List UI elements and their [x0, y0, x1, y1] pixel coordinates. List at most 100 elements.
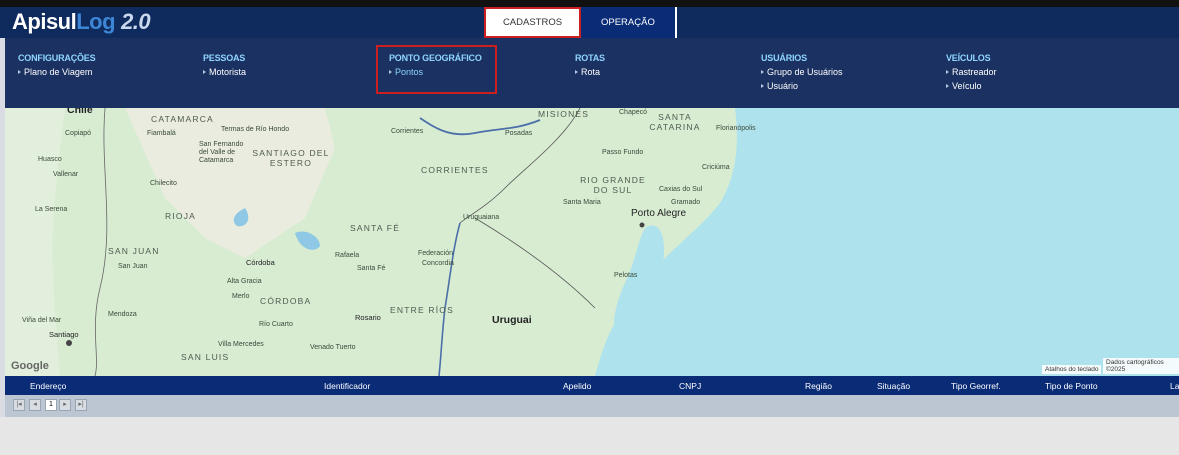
highlight-box — [376, 45, 497, 94]
map-canvas — [5, 108, 737, 376]
map-label-san-luis: SAN LUIS — [181, 352, 230, 362]
map-label-la-serena: La Serena — [35, 206, 68, 213]
map-view[interactable]: Chile Copiapó Huasco Vallenar La Serena … — [5, 108, 1179, 376]
map-label-sfv-catamarca: San Fernando del Valle de Catamarca — [199, 141, 244, 164]
map-label-san-juan: San Juan — [118, 263, 148, 270]
map-label-santa-fe-prov: SANTA FÉ — [350, 223, 401, 233]
map-label-pelotas: Pelotas — [614, 272, 638, 279]
map-label-huasco: Huasco — [38, 156, 62, 163]
page-footer-area — [0, 417, 1179, 455]
menu-item-grupo-de-usuarios[interactable]: Grupo de Usuários — [761, 67, 843, 77]
menu-item-rastreador[interactable]: Rastreador — [946, 67, 997, 77]
map-label-villa-mercedes: Villa Mercedes — [218, 341, 264, 348]
menu-group-rotas: ROTAS Rota — [575, 53, 605, 77]
menu-heading: VEÍCULOS — [946, 53, 991, 63]
google-logo: Google — [11, 360, 49, 372]
map-label-copiapo: Copiapó — [65, 130, 92, 137]
cadastros-menu: CONFIGURAÇÕES Plano de Viagem PESSOAS Mo… — [5, 38, 1179, 108]
menu-group-veiculos: VEÍCULOS Rastreador Veículo — [946, 53, 997, 91]
map-label-merlo: Merlo — [232, 293, 250, 300]
menu-item-veiculo[interactable]: Veículo — [946, 81, 997, 91]
menu-group-configuracoes: CONFIGURAÇÕES Plano de Viagem — [18, 53, 96, 77]
map-label-rio-cuarto: Río Cuarto — [259, 321, 293, 328]
map-label-caxias-do-sul: Caxias do Sul — [659, 186, 703, 193]
top-navbar: ApisulLog 2.0 CADASTROS OPERAÇÃO — [0, 7, 1179, 38]
next-page-icon[interactable]: ▸ — [59, 399, 71, 411]
grid-header: Endereço Identificador Apelido CNPJ Regi… — [5, 376, 1179, 395]
first-page-icon[interactable]: |◂ — [13, 399, 25, 411]
tab-operacao[interactable]: OPERAÇÃO — [581, 7, 677, 38]
map-label-chilecito: Chilecito — [150, 180, 177, 187]
map-label-mendoza: Mendoza — [108, 311, 137, 318]
last-page-icon[interactable]: ▸| — [75, 399, 87, 411]
column-header-identificador[interactable]: Identificador — [324, 381, 370, 391]
map-label-corrientes-city: Corrientes — [391, 128, 424, 135]
column-header-tipo-de-ponto[interactable]: Tipo de Ponto — [1045, 381, 1098, 391]
map-label-santa-maria: Santa Maria — [563, 199, 601, 206]
column-header-endereco[interactable]: Endereço — [30, 381, 66, 391]
map-label-santa-fe: Santa Fé — [357, 265, 386, 272]
menu-item-rota[interactable]: Rota — [575, 67, 605, 77]
logo-version: 2.0 — [121, 9, 151, 34]
map-label-catamarca: CATAMARCA — [151, 114, 214, 124]
map-label-criciuma: Criciúma — [702, 164, 730, 171]
map-label-termas: Termas de Río Hondo — [221, 126, 290, 133]
page-number[interactable]: 1 — [45, 399, 57, 411]
logo-accent: Log — [76, 9, 116, 34]
app-logo[interactable]: ApisulLog 2.0 — [12, 9, 151, 35]
map-label-santiago: Santiago — [49, 330, 79, 339]
map-label-chapeco: Chapecó — [619, 109, 648, 116]
santiago-marker[interactable] — [66, 340, 72, 346]
column-header-la[interactable]: La — [1170, 381, 1179, 391]
map-label-cordoba: Córdoba — [246, 258, 275, 267]
menu-heading: CONFIGURAÇÕES — [18, 53, 96, 63]
map-label-federacion: Federación — [418, 250, 454, 257]
map-label-rio-grande-do-sul: RIO GRANDE DO SUL — [580, 175, 646, 195]
map-label-concordia: Concordia — [422, 260, 454, 267]
column-header-situacao[interactable]: Situação — [877, 381, 910, 391]
map-label-entre-rios: ENTRE RÍOS — [390, 305, 454, 315]
map-label-vallenar: Vallenar — [53, 171, 79, 178]
map-label-santiago-del-estero: SANTIAGO DEL ESTERO — [252, 148, 330, 168]
map-label-florianopolis: Florianópolis — [716, 125, 756, 132]
map-label-uruguaiana: Uruguaiana — [463, 214, 500, 221]
porto-alegre-marker[interactable] — [639, 222, 645, 228]
map-data-attribution[interactable]: Dados cartográficos ©2025 — [1103, 358, 1179, 374]
logo-main: Apisul — [12, 9, 77, 34]
map-label-porto-alegre: Porto Alegre — [631, 208, 687, 219]
column-header-tipo-georref[interactable]: Tipo Georref. — [951, 381, 1001, 391]
column-header-cnpj[interactable]: CNPJ — [679, 381, 701, 391]
map-label-gramado: Gramado — [671, 199, 701, 206]
map-label-corrientes: CORRIENTES — [421, 165, 489, 175]
map-label-alta-gracia: Alta Gracia — [227, 278, 262, 285]
menu-heading: USUÁRIOS — [761, 53, 807, 63]
map-label-cordoba-prov: CÓRDOBA — [260, 296, 312, 306]
main-tabs: CADASTROS OPERAÇÃO — [484, 7, 677, 38]
map-label-rafaela: Rafaela — [335, 252, 360, 259]
map-label-passo-fundo: Passo Fundo — [602, 149, 644, 156]
grid-pager: |◂ ◂ 1 ▸ ▸| — [5, 395, 1179, 417]
menu-item-usuario[interactable]: Usuário — [761, 81, 843, 91]
keyboard-shortcuts-link[interactable]: Atalhos do teclado — [1042, 365, 1102, 374]
menu-group-pessoas: PESSOAS Motorista — [203, 53, 246, 77]
map-label-misiones: MISIONES — [538, 109, 590, 119]
column-header-regiao[interactable]: Região — [805, 381, 832, 391]
map-label-uruguai: Uruguai — [492, 314, 532, 326]
map-label-venado-tuerto: Venado Tuerto — [310, 344, 356, 351]
map-label-vina-del-mar: Viña del Mar — [22, 317, 62, 324]
top-strip — [0, 0, 1179, 7]
menu-heading: PESSOAS — [203, 53, 246, 63]
menu-item-plano-de-viagem[interactable]: Plano de Viagem — [18, 67, 95, 77]
map-label-san-juan-prov: SAN JUAN — [108, 246, 160, 256]
menu-group-usuarios: USUÁRIOS Grupo de Usuários Usuário — [761, 53, 843, 91]
map-label-santa-catarina: SANTA CATARINA — [649, 112, 701, 132]
tab-cadastros[interactable]: CADASTROS — [484, 7, 581, 38]
map-label-posadas: Posadas — [505, 130, 533, 137]
map-label-rioja: RIOJA — [165, 211, 197, 221]
menu-heading: ROTAS — [575, 53, 605, 63]
map-label-fiambala: Fiambalá — [147, 130, 176, 137]
column-header-apelido[interactable]: Apelido — [563, 381, 591, 391]
map-label-rosario: Rosario — [355, 313, 381, 322]
menu-item-motorista[interactable]: Motorista — [203, 67, 246, 77]
prev-page-icon[interactable]: ◂ — [29, 399, 41, 411]
